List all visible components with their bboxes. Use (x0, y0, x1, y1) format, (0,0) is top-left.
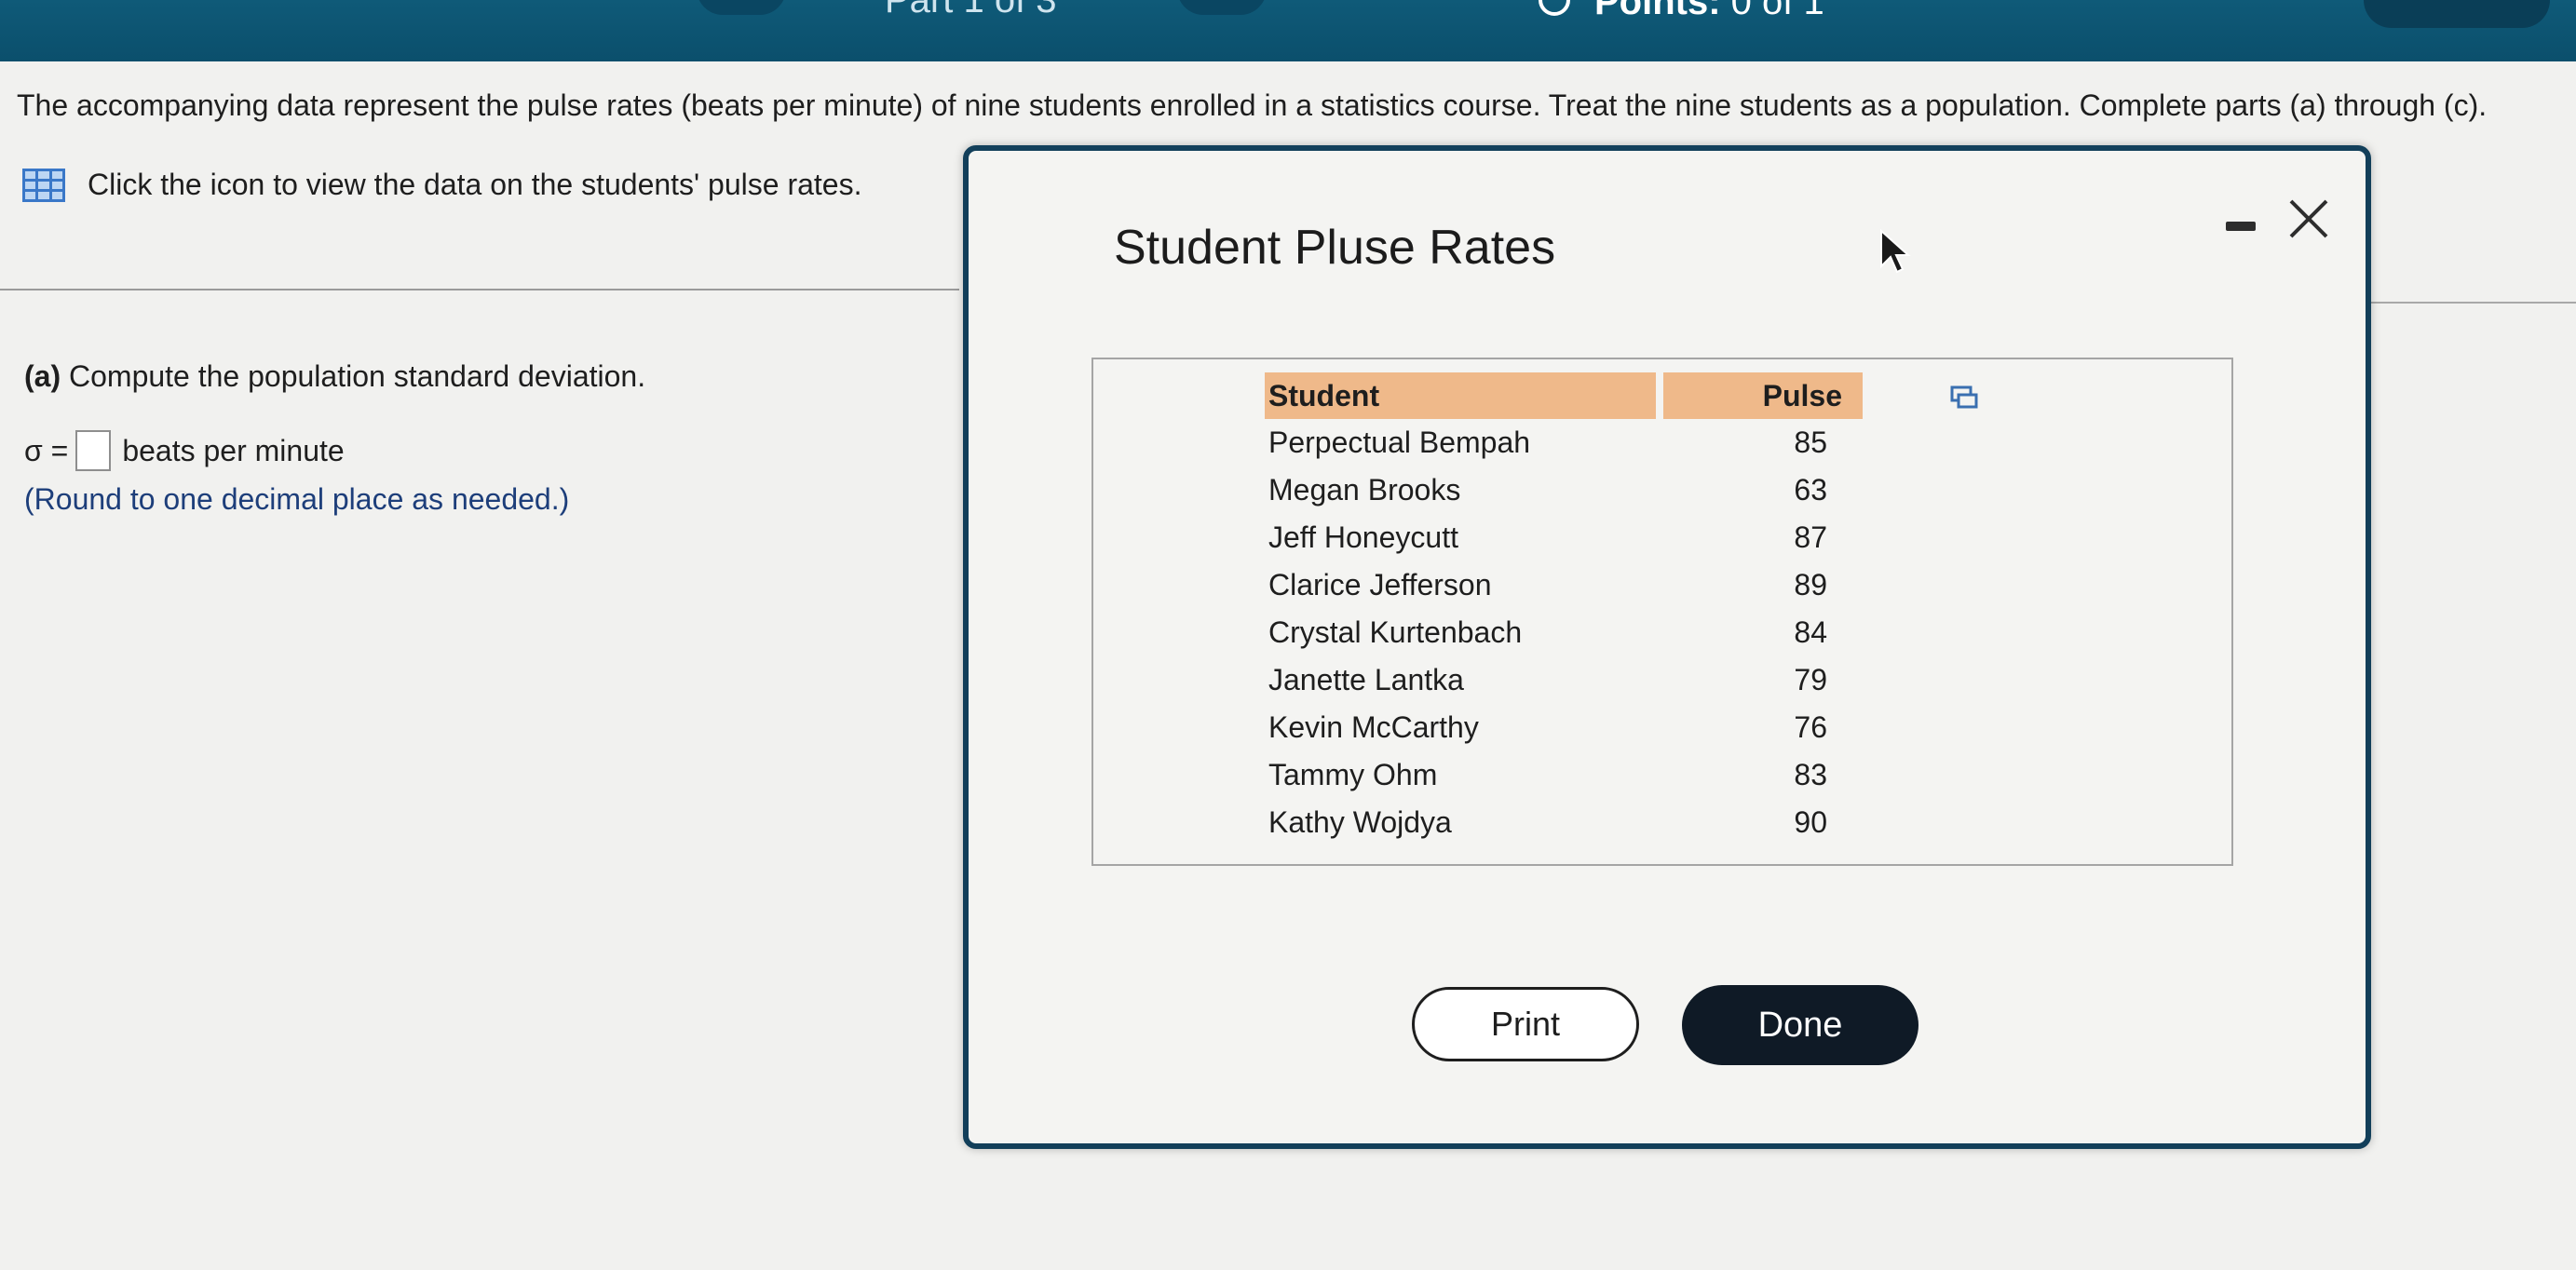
minimize-icon[interactable] (2226, 222, 2256, 231)
student-name-cell: Jeff Honeycutt (1268, 520, 1458, 554)
pulse-data-table: Student Pulse Perpectual Bempah 85 Megan… (1265, 372, 1863, 846)
student-name-cell: Kathy Wojdya (1268, 805, 1452, 839)
pulse-cell: 89 (1794, 568, 1827, 601)
student-name-cell: Crystal Kurtenbach (1268, 615, 1523, 649)
pulse-cell: 87 (1794, 520, 1827, 554)
student-name-cell: Tammy Ohm (1268, 758, 1438, 791)
table-header-row: Student Pulse (1265, 372, 1863, 419)
points-indicator: Points: 0 of 1 (1539, 0, 1824, 23)
modal-title: Student Pluse Rates (1114, 221, 1556, 275)
pulse-cell: 90 (1794, 805, 1827, 839)
save-button[interactable] (2364, 0, 2550, 28)
student-name-cell: Janette Lantka (1268, 663, 1464, 696)
unit-label: beats per minute (122, 433, 345, 467)
student-name-cell: Kevin McCarthy (1268, 710, 1479, 744)
student-name-cell: Megan Brooks (1268, 473, 1461, 507)
part-a-prompt: (a) Compute the population standard devi… (24, 359, 645, 394)
cursor-icon (1880, 229, 1911, 274)
pulse-cell: 76 (1794, 710, 1827, 744)
table-row: Jeff Honeycutt 87 (1265, 514, 1863, 561)
student-name-cell: Clarice Jefferson (1268, 568, 1492, 601)
column-header-student: Student (1265, 372, 1656, 419)
print-button[interactable]: Print (1412, 987, 1639, 1061)
data-link-row[interactable]: Click the icon to view the data on the s… (22, 168, 861, 202)
points-value: 0 of 1 (1730, 0, 1824, 22)
student-name-cell: Perpectual Bempah (1268, 426, 1531, 459)
close-icon[interactable] (2284, 194, 2334, 244)
table-row: Megan Brooks 63 (1265, 466, 1863, 514)
table-row: Tammy Ohm 83 (1265, 751, 1863, 799)
pulse-cell: 83 (1794, 758, 1827, 791)
done-button[interactable]: Done (1682, 985, 1918, 1065)
table-row: Kevin McCarthy 76 (1265, 704, 1863, 751)
pulse-cell: 79 (1794, 663, 1827, 696)
section-divider (0, 289, 959, 290)
question-text: The accompanying data represent the puls… (17, 88, 2488, 122)
points-circle-icon (1539, 0, 1570, 16)
copy-icon[interactable] (1950, 385, 1978, 410)
pulse-cell: 63 (1794, 473, 1827, 507)
part-a-question: Compute the population standard deviatio… (69, 359, 646, 393)
column-header-pulse: Pulse (1663, 372, 1863, 419)
grid-data-icon[interactable] (22, 168, 65, 202)
part-label: Part 1 of 3 (885, 0, 1057, 20)
pulse-cell: 85 (1794, 426, 1827, 459)
sigma-answer-row: σ = beats per minute (24, 430, 345, 471)
part-a-label: (a) (24, 359, 61, 393)
sigma-answer-input[interactable] (75, 430, 112, 471)
table-row: Janette Lantka 79 (1265, 656, 1863, 704)
data-modal: Student Pluse Rates Student Pulse Perpec… (963, 145, 2371, 1149)
table-row: Perpectual Bempah 85 (1265, 419, 1863, 466)
data-link-text[interactable]: Click the icon to view the data on the s… (88, 168, 861, 202)
pulse-cell: 84 (1794, 615, 1827, 649)
rounding-note: (Round to one decimal place as needed.) (24, 482, 570, 516)
points-label: Points: (1594, 0, 1721, 22)
header-nav-next[interactable] (1177, 0, 1267, 15)
top-header-bar: Part 1 of 3 Points: 0 of 1 (0, 0, 2576, 61)
table-row: Kathy Wojdya 90 (1265, 799, 1863, 846)
header-nav-previous[interactable] (697, 0, 786, 15)
table-row: Clarice Jefferson 89 (1265, 561, 1863, 609)
sigma-label: σ = (24, 433, 69, 467)
table-row: Crystal Kurtenbach 84 (1265, 609, 1863, 656)
